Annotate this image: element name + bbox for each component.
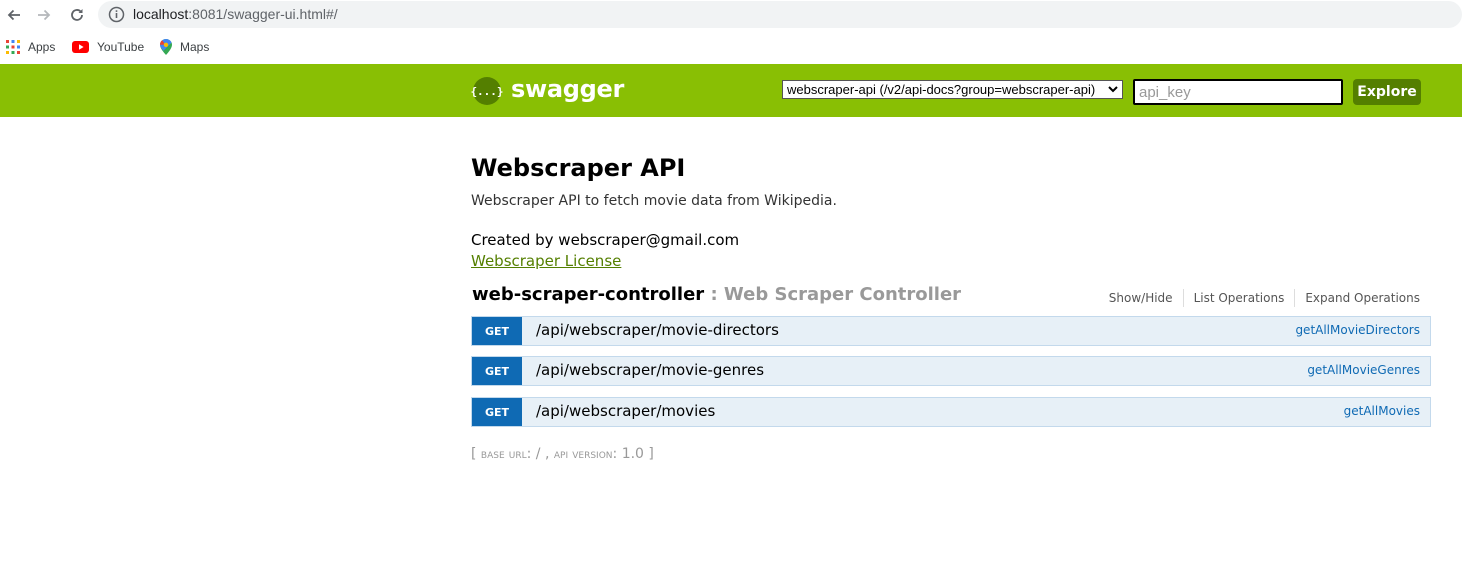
address-bar[interactable]: localhost:8081/swagger-ui.html#/ <box>98 1 1462 28</box>
api-title: Webscraper API <box>471 154 686 182</box>
operation-row[interactable]: GET /api/webscraper/movie-directors getA… <box>471 316 1431 346</box>
url-host: localhost <box>133 6 189 22</box>
api-version-label: api version <box>553 447 613 462</box>
controller-name[interactable]: web-scraper-controller <box>472 284 704 305</box>
list-operations-link[interactable]: List Operations <box>1184 291 1295 305</box>
http-method-badge[interactable]: GET <box>472 317 522 345</box>
api-definition-select[interactable]: webscraper-api (/v2/api-docs?group=websc… <box>782 80 1123 99</box>
chevron-down-icon <box>1108 86 1118 93</box>
maps-pin-icon <box>160 39 172 55</box>
created-by-contact[interactable]: Created by webscraper@gmail.com <box>471 231 739 249</box>
operation-path[interactable]: /api/webscraper/movies <box>536 402 715 420</box>
api-select-value: webscraper-api (/v2/api-docs?group=websc… <box>787 82 1096 97</box>
back-button[interactable] <box>3 4 25 26</box>
controller-description: : Web Scraper Controller <box>704 284 962 305</box>
api-footer-info: [ base url: / , api version: 1.0 ] <box>471 446 654 462</box>
expand-operations-link[interactable]: Expand Operations <box>1295 291 1420 305</box>
bookmark-label: Apps <box>28 40 56 54</box>
bookmark-label: YouTube <box>97 40 145 54</box>
apps-grid-icon <box>6 40 20 54</box>
bookmark-youtube[interactable]: YouTube <box>72 38 144 56</box>
base-url-label: base url <box>480 447 527 462</box>
bookmark-label: Maps <box>180 40 210 54</box>
bookmarks-bar: Apps YouTube Maps <box>0 30 1462 64</box>
operation-nickname[interactable]: getAllMovieDirectors <box>1295 323 1420 337</box>
controller-actions: Show/Hide List Operations Expand Operati… <box>1099 289 1420 307</box>
close-bracket: ] <box>648 446 654 462</box>
forward-arrow-icon <box>38 9 51 21</box>
api-description: Webscraper API to fetch movie data from … <box>471 193 837 209</box>
controller-heading[interactable]: web-scraper-controller : Web Scraper Con… <box>472 284 961 305</box>
operation-path[interactable]: /api/webscraper/movie-genres <box>536 361 764 379</box>
show-hide-link[interactable]: Show/Hide <box>1099 291 1183 305</box>
api-key-input[interactable] <box>1133 79 1343 105</box>
forward-button[interactable] <box>33 4 55 26</box>
license-link[interactable]: Webscraper License <box>471 252 621 270</box>
url-path: :8081/swagger-ui.html#/ <box>188 6 338 22</box>
back-arrow-icon <box>7 9 20 21</box>
bookmark-maps[interactable]: Maps <box>160 38 209 56</box>
swagger-logo-icon[interactable]: {...} <box>470 77 504 105</box>
explore-button[interactable]: Explore <box>1353 79 1421 105</box>
info-icon[interactable] <box>108 6 125 23</box>
operation-nickname[interactable]: getAllMovies <box>1344 404 1420 418</box>
api-version-value: : 1.0 <box>612 446 649 462</box>
base-url-value: : / , <box>526 446 554 462</box>
swagger-logo-text[interactable]: swagger <box>511 75 624 103</box>
bookmark-apps[interactable]: Apps <box>6 38 55 56</box>
operation-path[interactable]: /api/webscraper/movie-directors <box>536 321 779 339</box>
browser-toolbar: localhost:8081/swagger-ui.html#/ <box>0 0 1462 30</box>
operation-nickname[interactable]: getAllMovieGenres <box>1307 363 1420 377</box>
http-method-badge[interactable]: GET <box>472 398 522 426</box>
operation-row[interactable]: GET /api/webscraper/movie-genres getAllM… <box>471 356 1431 386</box>
reload-button[interactable] <box>66 4 88 26</box>
reload-icon <box>71 9 83 21</box>
youtube-icon <box>72 41 89 53</box>
url-text: localhost:8081/swagger-ui.html#/ <box>133 6 338 22</box>
open-bracket: [ <box>471 446 481 462</box>
http-method-badge[interactable]: GET <box>472 357 522 385</box>
operation-row[interactable]: GET /api/webscraper/movies getAllMovies <box>471 397 1431 427</box>
